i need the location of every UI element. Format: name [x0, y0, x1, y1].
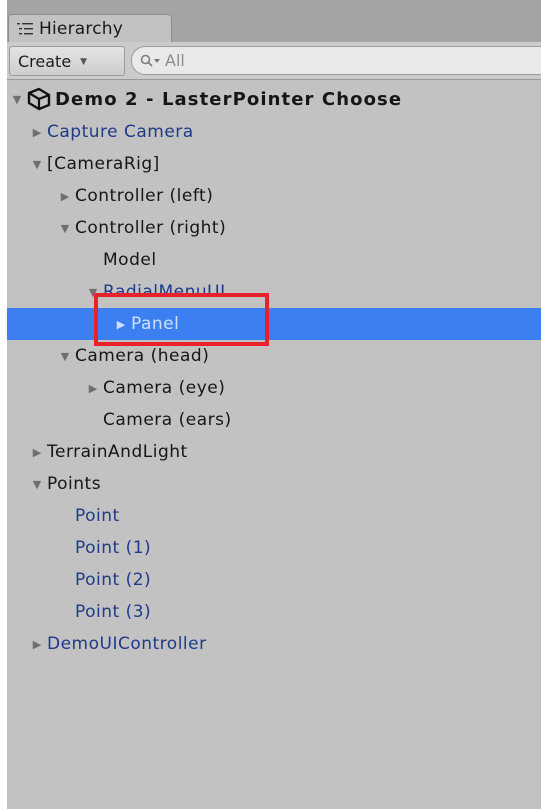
hierarchy-row-label: Point (2) — [75, 570, 152, 590]
hierarchy-row[interactable]: Model — [7, 244, 541, 276]
hierarchy-row[interactable]: ▶ DemoUIController — [7, 628, 541, 660]
hierarchy-row[interactable]: Point (2) — [7, 564, 541, 596]
hierarchy-row[interactable]: ▶ Panel — [7, 308, 541, 340]
foldout-expanded-icon[interactable]: ▼ — [29, 478, 45, 491]
hierarchy-row[interactable]: Point (1) — [7, 532, 541, 564]
hierarchy-row-label: RadialMenuUI — [103, 282, 226, 302]
hierarchy-row-label: Camera (ears) — [103, 410, 232, 430]
hierarchy-row-label: Camera (eye) — [103, 378, 226, 398]
search-filter-icon[interactable] — [140, 54, 162, 68]
hierarchy-row[interactable]: ▶ Camera (eye) — [7, 372, 541, 404]
create-dropdown-button[interactable]: Create ▼ — [9, 46, 125, 76]
hierarchy-row-label: Panel — [131, 314, 180, 334]
hierarchy-row-label: Point — [75, 506, 120, 526]
hierarchy-row-label: Capture Camera — [47, 122, 194, 142]
search-field[interactable] — [131, 46, 541, 75]
scene-name: Demo 2 - LasterPointer Choose — [55, 88, 403, 110]
foldout-expanded-icon[interactable]: ▼ — [29, 158, 45, 171]
foldout-expanded-icon[interactable]: ▼ — [9, 93, 25, 106]
hierarchy-row-label: Controller (left) — [75, 186, 214, 206]
foldout-expanded-icon[interactable]: ▼ — [57, 350, 73, 363]
hierarchy-row-label: TerrainAndLight — [47, 442, 188, 462]
hierarchy-row[interactable]: ▼ Controller (right) — [7, 212, 541, 244]
hierarchy-toolbar: Create ▼ — [7, 42, 541, 80]
create-button-label: Create — [18, 51, 72, 71]
hierarchy-window: Hierarchy Create ▼ ▼ Demo 2 - Last — [7, 0, 541, 809]
hierarchy-row-label: Point (1) — [75, 538, 152, 558]
hierarchy-row[interactable]: ▼ Points — [7, 468, 541, 500]
foldout-collapsed-icon[interactable]: ▶ — [57, 190, 73, 203]
foldout-collapsed-icon[interactable]: ▶ — [113, 318, 129, 331]
foldout-expanded-icon[interactable]: ▼ — [85, 286, 101, 299]
hierarchy-row-label: Points — [47, 474, 102, 494]
hierarchy-rows: ▶ Capture Camera ▼ [CameraRig] ▶ Controller (… — [7, 116, 541, 660]
search-input[interactable] — [165, 51, 515, 70]
hierarchy-row[interactable]: ▼ RadialMenuUI — [7, 276, 541, 308]
foldout-collapsed-icon[interactable]: ▶ — [85, 382, 101, 395]
foldout-collapsed-icon[interactable]: ▶ — [29, 446, 45, 459]
hierarchy-row-label: DemoUIController — [47, 634, 207, 654]
hierarchy-row[interactable]: ▶ Capture Camera — [7, 116, 541, 148]
hierarchy-row-label: Model — [103, 250, 157, 270]
hierarchy-row-label: [CameraRig] — [47, 154, 160, 174]
hierarchy-list-icon — [17, 22, 33, 34]
foldout-collapsed-icon[interactable]: ▶ — [29, 126, 45, 139]
unity-scene-icon — [27, 87, 51, 111]
foldout-collapsed-icon[interactable]: ▶ — [29, 638, 45, 651]
hierarchy-row[interactable]: Camera (ears) — [7, 404, 541, 436]
hierarchy-row[interactable]: ▼ [CameraRig] — [7, 148, 541, 180]
hierarchy-row[interactable]: ▶ Controller (left) — [7, 180, 541, 212]
chevron-down-icon: ▼ — [80, 57, 88, 67]
hierarchy-row-label: Controller (right) — [75, 218, 227, 238]
hierarchy-row[interactable]: Point (3) — [7, 596, 541, 628]
hierarchy-row[interactable]: Point — [7, 500, 541, 532]
hierarchy-row-label: Camera (head) — [75, 346, 210, 366]
tab-hierarchy[interactable]: Hierarchy — [8, 14, 172, 42]
hierarchy-tree: ▼ Demo 2 - LasterPointer Choose ▶ Capture… — [7, 82, 541, 660]
hierarchy-row-label: Point (3) — [75, 602, 152, 622]
tab-hierarchy-label: Hierarchy — [39, 18, 123, 39]
scene-row[interactable]: ▼ Demo 2 - LasterPointer Choose — [7, 82, 541, 116]
hierarchy-row[interactable]: ▶ TerrainAndLight — [7, 436, 541, 468]
tab-strip: Hierarchy — [7, 0, 541, 42]
hierarchy-row[interactable]: ▼ Camera (head) — [7, 340, 541, 372]
foldout-expanded-icon[interactable]: ▼ — [57, 222, 73, 235]
